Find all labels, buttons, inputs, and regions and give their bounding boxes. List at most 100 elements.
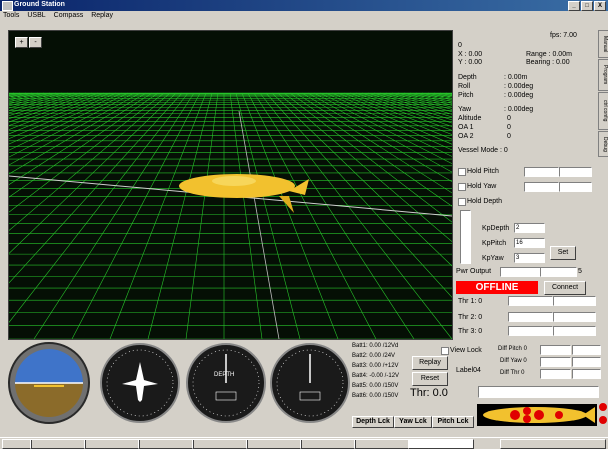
- grid-line: [9, 92, 93, 123]
- grid-line: [253, 92, 415, 339]
- oa1-value: 0: [507, 124, 511, 131]
- grid-line: [277, 92, 452, 243]
- oa1-label: OA 1: [458, 124, 474, 131]
- grid-line: [9, 92, 105, 130]
- taskbar-item[interactable]: [192, 439, 248, 449]
- grid-line: [283, 92, 452, 223]
- hold-yaw-field-2[interactable]: [559, 182, 592, 192]
- hold-yaw-checkbox[interactable]: [458, 183, 466, 191]
- connect-button[interactable]: Connect: [544, 281, 586, 295]
- batt6-readout: Batt6: 0.00 /150V: [352, 393, 399, 399]
- kp-depth-input[interactable]: 2: [514, 223, 545, 233]
- set-button[interactable]: Set: [550, 246, 576, 260]
- kp-pitch-input[interactable]: 16: [514, 238, 545, 248]
- pitch-lock-button[interactable]: Pitch Lck: [432, 416, 474, 428]
- close-button[interactable]: X: [594, 1, 606, 11]
- menu-usbl[interactable]: USBL: [27, 11, 45, 21]
- menu-tools[interactable]: Tools: [3, 11, 19, 21]
- grid-line: [9, 92, 81, 117]
- thr1-readout: Thr 1: 0: [458, 298, 483, 305]
- hold-pitch-field[interactable]: [524, 167, 559, 177]
- grid-line: [289, 92, 452, 207]
- title-bar: Ground Station _ □ X: [0, 0, 608, 11]
- taskbar-item[interactable]: [354, 439, 410, 449]
- zoom-in-button[interactable]: +: [15, 37, 28, 48]
- grid-line: [9, 92, 141, 166]
- thr3-readout: Thr 3: 0: [458, 328, 483, 335]
- yaw-lock-button[interactable]: Yaw Lck: [394, 416, 432, 428]
- diff-yaw-field: [540, 357, 571, 367]
- grid-line: [403, 92, 452, 106]
- taskbar-item[interactable]: [300, 439, 356, 449]
- taskbar: [0, 437, 608, 449]
- grid-line: [235, 92, 301, 339]
- taskbar-item[interactable]: [30, 439, 86, 449]
- axis-line-vertical: [238, 110, 280, 339]
- grid-line: [343, 92, 452, 135]
- pitch-label: Pitch: [458, 92, 474, 99]
- grid-line: [409, 92, 452, 104]
- taskbar-item[interactable]: [84, 439, 140, 449]
- grid-line: [9, 92, 99, 126]
- oa2-value: 0: [507, 133, 511, 140]
- grid-line: [259, 92, 452, 339]
- pwr-output-label: Pwr Output: [456, 268, 492, 275]
- grid-line: [349, 92, 452, 131]
- hold-pitch-checkbox[interactable]: [458, 168, 466, 176]
- vessel-mode: Vessel Mode : 0: [458, 147, 508, 154]
- hold-pitch-field-2[interactable]: [559, 167, 592, 177]
- menu-bar: Tools USBL Compass Replay: [0, 11, 608, 21]
- menu-replay[interactable]: Replay: [91, 11, 113, 21]
- thr1-field-2: [553, 296, 596, 306]
- tab-manual[interactable]: Manual: [598, 30, 608, 58]
- grid-line: [379, 92, 452, 115]
- maximize-button[interactable]: □: [581, 1, 593, 11]
- grid-line: [9, 92, 39, 101]
- replay-button[interactable]: Replay: [412, 356, 448, 370]
- diff-yaw-readout: Diff Yaw 0: [500, 358, 527, 364]
- range-readout: Range : 0.00m: [526, 51, 572, 58]
- submarine-model: [179, 174, 309, 213]
- hold-depth-checkbox[interactable]: [458, 198, 466, 206]
- grid-line: [9, 92, 69, 111]
- x-readout: X : 0.00: [458, 51, 483, 58]
- heading-gauge: [100, 343, 180, 423]
- grid-line: [9, 92, 165, 213]
- hold-yaw-label: Hold Yaw: [467, 183, 497, 190]
- pwr-output-field-2[interactable]: [540, 267, 577, 277]
- grid-line: [33, 92, 195, 339]
- depth-gauge-label: DEPTH: [214, 372, 235, 378]
- 3d-view[interactable]: + -: [8, 30, 453, 340]
- grid-line: [271, 92, 452, 267]
- tab-debug[interactable]: Debug: [598, 131, 608, 157]
- minimize-button[interactable]: _: [568, 1, 580, 11]
- thr-total: Thr: 0.0: [410, 387, 448, 399]
- pwr-output-field[interactable]: [500, 267, 541, 277]
- taskbar-item[interactable]: [138, 439, 194, 449]
- grid-line: [9, 92, 129, 151]
- taskbar-item-active[interactable]: [408, 439, 474, 449]
- kp-yaw-input[interactable]: 3: [514, 253, 545, 263]
- view-lock-checkbox[interactable]: [441, 347, 449, 355]
- batt4-readout: Batt4: -0.00 /-12V: [352, 373, 400, 379]
- thr1-field: [508, 296, 553, 306]
- system-tray: [500, 439, 606, 449]
- batt3-readout: Batt3: 0.00 /+12V: [352, 363, 399, 369]
- view-lock-label: View Lock: [450, 347, 482, 354]
- grid-line: [9, 92, 63, 109]
- hold-yaw-field[interactable]: [524, 182, 559, 192]
- depth-lock-button[interactable]: Depth Lck: [352, 416, 394, 428]
- taskbar-item[interactable]: [246, 439, 302, 449]
- grid-line: [71, 92, 201, 339]
- oa2-label: OA 2: [458, 133, 474, 140]
- thruster-indicator-bottom: [599, 416, 607, 424]
- taskbar-start[interactable]: [2, 439, 32, 449]
- depth-gauge: [186, 343, 266, 423]
- zero-readout: 0: [458, 42, 462, 49]
- tab-program[interactable]: Program: [598, 59, 608, 91]
- depth-slider[interactable]: [460, 210, 471, 264]
- menu-compass[interactable]: Compass: [54, 11, 84, 21]
- tab-ctrl-config[interactable]: ctrl config: [598, 92, 608, 130]
- zoom-out-button[interactable]: -: [29, 37, 42, 48]
- reset-button[interactable]: Reset: [412, 372, 448, 386]
